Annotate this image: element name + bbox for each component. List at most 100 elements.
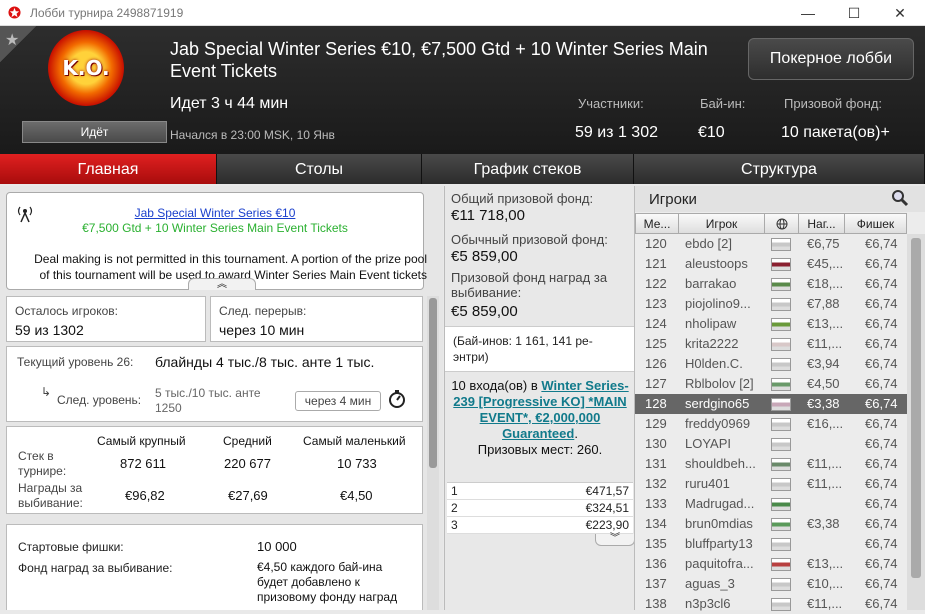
collapse-notice-button[interactable]: ︽ bbox=[188, 278, 256, 290]
player-row[interactable]: 130 LOYAPI €6,74 bbox=[635, 434, 907, 454]
tab-main[interactable]: Главная bbox=[0, 154, 217, 184]
players-scrollbar[interactable] bbox=[907, 234, 925, 610]
player-bounty: €11,... bbox=[807, 596, 843, 611]
player-row[interactable]: 137 aguas_3 €10,... €6,74 bbox=[635, 574, 907, 594]
player-row[interactable]: 132 ruru401 €11,... €6,74 bbox=[635, 474, 907, 494]
scrollbar-thumb[interactable] bbox=[429, 298, 437, 468]
player-rank: 136 bbox=[645, 556, 667, 571]
player-row[interactable]: 120 ebdo [2] €6,75 €6,74 bbox=[635, 234, 907, 254]
total-prize-value: €11 718,00 bbox=[451, 207, 525, 224]
country-flag-icon bbox=[771, 498, 791, 511]
stack-largest: 872 611 bbox=[120, 456, 167, 471]
status-badge: Идёт bbox=[22, 121, 167, 143]
col-country[interactable] bbox=[765, 213, 799, 234]
country-flag-icon bbox=[771, 438, 791, 451]
tab-stack-chart[interactable]: График стеков bbox=[422, 154, 634, 184]
player-row[interactable]: 134 brun0mdias €3,38 €6,74 bbox=[635, 514, 907, 534]
tab-structure[interactable]: Структура bbox=[634, 154, 925, 184]
country-flag-icon bbox=[771, 298, 791, 311]
bounty-smallest: €4,50 bbox=[340, 488, 373, 503]
search-icon[interactable] bbox=[891, 189, 909, 212]
minimize-button[interactable]: — bbox=[785, 0, 831, 26]
player-rank: 133 bbox=[645, 496, 667, 511]
player-bounty: €3,38 bbox=[807, 396, 840, 411]
notice-subtitle: €7,500 Gtd + 10 Winter Series Main Event… bbox=[82, 221, 348, 235]
player-name: H0lden.C. bbox=[685, 356, 743, 371]
remaining-label: Осталось игроков: bbox=[15, 304, 118, 318]
player-chips: €6,74 bbox=[865, 596, 898, 611]
player-row[interactable]: 128 serdgino65 €3,38 €6,74 bbox=[635, 394, 907, 414]
globe-icon bbox=[776, 218, 787, 230]
country-flag-icon bbox=[771, 598, 791, 611]
bounty-prize-label: Призовой фонд наград за выбивание: bbox=[451, 270, 608, 300]
players-header: Игроки bbox=[635, 186, 925, 212]
player-row[interactable]: 138 n3p3cl6 €11,... €6,74 bbox=[635, 594, 907, 614]
col-largest: Самый крупный bbox=[97, 434, 186, 448]
scrollbar-thumb[interactable] bbox=[911, 238, 921, 578]
player-rank: 124 bbox=[645, 316, 667, 331]
player-row[interactable]: 133 Madrugad... €6,74 bbox=[635, 494, 907, 514]
player-name: serdgino65 bbox=[685, 396, 750, 411]
col-chips[interactable]: Фишек bbox=[845, 213, 907, 234]
player-row[interactable]: 122 barrakao €18,... €6,74 bbox=[635, 274, 907, 294]
country-flag-icon bbox=[771, 378, 791, 391]
running-time: Идет 3 ч 44 мин bbox=[170, 95, 289, 112]
notice-link[interactable]: Jab Special Winter Series €10 bbox=[7, 206, 423, 220]
player-bounty: €11,... bbox=[807, 476, 843, 491]
player-chips: €6,74 bbox=[865, 516, 898, 531]
player-chips: €6,74 bbox=[865, 576, 898, 591]
player-rank: 127 bbox=[645, 376, 667, 391]
player-chips: €6,74 bbox=[865, 416, 898, 431]
player-bounty: €13,... bbox=[807, 316, 844, 331]
country-flag-icon bbox=[771, 538, 791, 551]
country-flag-icon bbox=[771, 258, 791, 271]
player-row[interactable]: 123 piojolino9... €7,88 €6,74 bbox=[635, 294, 907, 314]
tab-tables[interactable]: Столы bbox=[217, 154, 422, 184]
player-row[interactable]: 127 Rblbolov [2] €4,50 €6,74 bbox=[635, 374, 907, 394]
tournament-name: Jab Special Winter Series €10, €7,500 Gt… bbox=[170, 39, 708, 81]
player-row[interactable]: 124 nholipaw €13,... €6,74 bbox=[635, 314, 907, 334]
player-row[interactable]: 136 paquitofra... €13,... €6,74 bbox=[635, 554, 907, 574]
player-row[interactable]: 125 krita2222 €11,... €6,74 bbox=[635, 334, 907, 354]
ticket-prefix: 10 входа(ов) в bbox=[451, 378, 542, 393]
col-average: Средний bbox=[223, 434, 272, 448]
col-player[interactable]: Игрок bbox=[679, 213, 765, 234]
paid-places: Призовых мест: 260. bbox=[477, 442, 603, 457]
stack-stats-table: Самый крупный Средний Самый маленький Ст… bbox=[6, 426, 423, 514]
close-button[interactable]: ✕ bbox=[877, 0, 923, 26]
poker-lobby-button[interactable]: Покерное лобби bbox=[748, 38, 914, 80]
player-chips: €6,74 bbox=[865, 476, 898, 491]
player-chips: €6,74 bbox=[865, 456, 898, 471]
player-bounty: €4,50 bbox=[807, 376, 840, 391]
info-scrollbar[interactable] bbox=[427, 296, 439, 610]
player-row[interactable]: 129 freddy0969 €16,... €6,74 bbox=[635, 414, 907, 434]
player-name: aguas_3 bbox=[685, 576, 735, 591]
player-name: ebdo [2] bbox=[685, 236, 732, 251]
player-chips: €6,74 bbox=[865, 236, 898, 251]
player-row[interactable]: 126 H0lden.C. €3,94 €6,74 bbox=[635, 354, 907, 374]
player-bounty: €11,... bbox=[807, 456, 843, 471]
country-flag-icon bbox=[771, 398, 791, 411]
country-flag-icon bbox=[771, 478, 791, 491]
player-row[interactable]: 121 aleustoops €45,... €6,74 bbox=[635, 254, 907, 274]
player-rank: 132 bbox=[645, 476, 667, 491]
player-rank: 135 bbox=[645, 536, 667, 551]
col-rank[interactable]: Ме... bbox=[635, 213, 679, 234]
player-row[interactable]: 131 shouldbeh... €11,... €6,74 bbox=[635, 454, 907, 474]
payout-table: 1 €471,57 2 €324,51 3 €223,90 bbox=[447, 482, 633, 534]
payout-row: 3 €223,90 bbox=[447, 517, 633, 534]
player-name: LOYAPI bbox=[685, 436, 732, 451]
player-name: nholipaw bbox=[685, 316, 737, 331]
player-chips: €6,74 bbox=[865, 556, 898, 571]
player-rank: 134 bbox=[645, 516, 667, 531]
knockout-badge-icon: K.O. bbox=[48, 30, 124, 106]
col-bounty[interactable]: Наг... bbox=[799, 213, 845, 234]
player-row[interactable]: 135 bluffparty13 €6,74 bbox=[635, 534, 907, 554]
player-bounty: €10,... bbox=[807, 576, 844, 591]
expand-payouts-button[interactable]: ︾ bbox=[595, 534, 635, 546]
regular-prize-value: €5 859,00 bbox=[451, 248, 518, 265]
tab-bar: Главная Столы График стеков Структура bbox=[0, 154, 925, 184]
favorite-star-icon[interactable]: ★ bbox=[0, 26, 36, 62]
next-level-arrow-icon: ↳ bbox=[41, 385, 52, 399]
maximize-button[interactable]: ☐ bbox=[831, 0, 877, 26]
